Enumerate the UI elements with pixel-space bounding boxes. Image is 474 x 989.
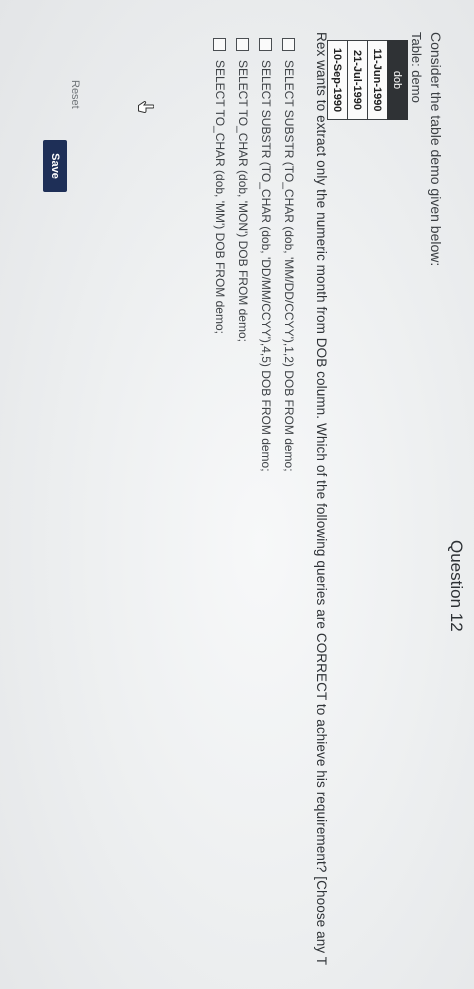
option-4-checkbox[interactable] — [213, 38, 227, 51]
option-3-label: SELECT TO_CHAR (dob, 'MON') DOB FROM dem… — [236, 60, 250, 342]
question-intro: Consider the table demo given below: — [428, 32, 444, 267]
reset-link[interactable]: Reset — [69, 80, 81, 109]
option-1-label: SELECT SUBSTR (TO_CHAR (dob, 'MM/DD/CCYY… — [282, 60, 296, 472]
option-2-label: SELECT SUBSTR (TO_CHAR (dob, 'DD/MM/CCYY… — [259, 60, 273, 472]
table-header: dob — [387, 40, 408, 120]
table-cell: 10-Sep-1990 — [327, 40, 348, 120]
table-cell: 21-Jul-1990 — [347, 40, 368, 120]
option-1-checkbox[interactable] — [282, 38, 296, 51]
save-button[interactable]: Save — [43, 140, 67, 192]
option-4[interactable]: SELECT TO_CHAR (dob, 'MM') DOB FROM demo… — [213, 38, 227, 334]
option-2[interactable]: SELECT SUBSTR (TO_CHAR (dob, 'DD/MM/CCYY… — [259, 38, 273, 472]
demo-table: dob 11-Jun-1990 21-Jul-1990 10-Sep-1990 — [327, 40, 408, 120]
option-4-label: SELECT TO_CHAR (dob, 'MM') DOB FROM demo… — [213, 60, 227, 334]
option-3[interactable]: SELECT TO_CHAR (dob, 'MON') DOB FROM dem… — [236, 38, 250, 342]
hand-cursor-icon — [138, 101, 154, 114]
question-title: Question 12 — [447, 540, 466, 632]
option-1[interactable]: SELECT SUBSTR (TO_CHAR (dob, 'MM/DD/CCYY… — [282, 38, 296, 472]
table-cell: 11-Jun-1990 — [367, 40, 388, 120]
table-label: Table: demo — [409, 32, 424, 103]
question-prompt: Rex wants to extract only the numeric mo… — [314, 32, 329, 966]
option-2-checkbox[interactable] — [259, 38, 273, 51]
question-panel: Question 12 Consider the table demo give… — [0, 0, 474, 989]
option-3-checkbox[interactable] — [236, 38, 250, 51]
